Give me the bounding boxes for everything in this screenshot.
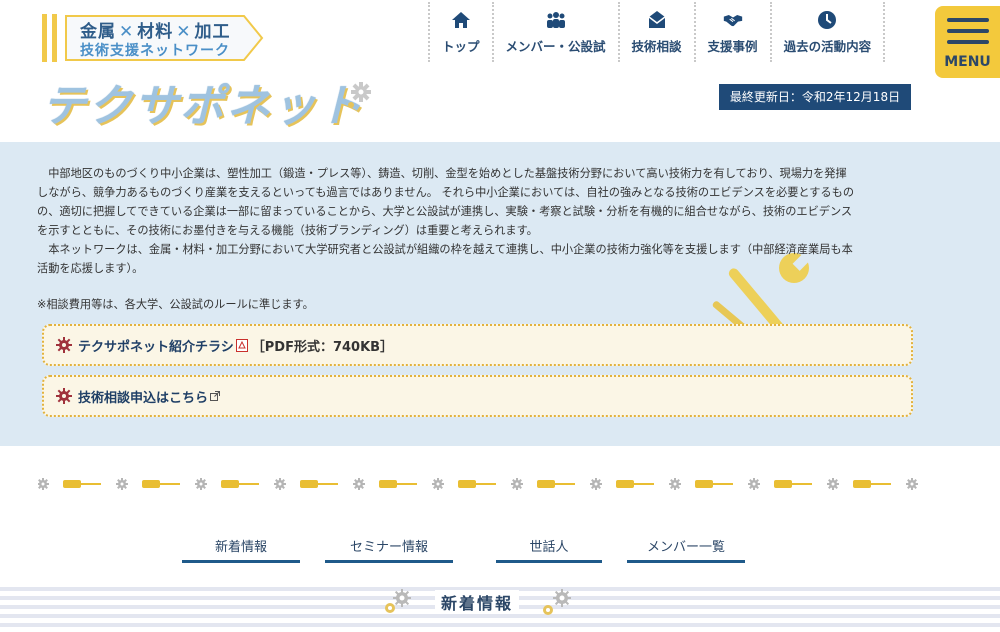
hamburger-icon-bar	[947, 40, 989, 44]
hamburger-icon-bar	[947, 18, 989, 22]
gear-icon	[56, 388, 72, 404]
gear-icon	[353, 478, 365, 490]
intro-paragraph-2: 本ネットワークは、金属・材料・加工分野において大学研究者と公設試が組織の枠を越え…	[37, 243, 853, 275]
gear-icon	[432, 478, 444, 490]
screwdriver-icon	[142, 480, 180, 488]
handshake-icon	[723, 14, 742, 26]
home-icon	[451, 11, 470, 28]
logo-line2: 技術支援ネットワーク	[80, 43, 230, 59]
screwdriver-icon	[221, 480, 259, 488]
screwdriver-icon	[853, 480, 891, 488]
section-title: 新着情報	[435, 590, 520, 614]
gear-icon	[38, 478, 49, 490]
screwdriver-icon	[63, 480, 101, 488]
screwdriver-icon	[537, 480, 575, 488]
brand-title[interactable]: テクサポネット	[42, 70, 364, 134]
screwdriver-icon	[695, 480, 733, 488]
gear-icon	[195, 478, 207, 490]
gear-icon	[56, 337, 72, 353]
pdf-icon	[235, 338, 248, 352]
gear-icon	[590, 478, 602, 490]
gear-icon	[348, 82, 371, 108]
consult-icon	[648, 10, 665, 28]
gear-icon	[274, 478, 286, 490]
screwdriver-icon	[300, 480, 338, 488]
menu-button[interactable]: MENU	[935, 6, 1000, 78]
tools-cross-icon: ✕	[119, 22, 135, 42]
gear-icon	[385, 603, 395, 613]
tab-organizers[interactable]: 世話人	[496, 539, 602, 563]
tab-news[interactable]: 新着情報	[182, 539, 300, 563]
gear-icon	[511, 478, 523, 490]
logo-stripes	[40, 14, 60, 62]
clock-icon	[818, 10, 837, 29]
nav-cases[interactable]: 支援事例	[693, 2, 770, 62]
fee-note: ※相談費用等は、各大学、公設試のルールに準じます。	[37, 298, 314, 311]
intro-paragraph-1: 中部地区のものづくり中小企業は、塑性加工（鍛造・プレス等）、鋳造、切削、金型を始…	[37, 167, 855, 237]
menu-label: MENU	[944, 54, 991, 70]
gear-icon	[748, 478, 760, 490]
last-updated-badge: 最終更新日：令和2年12月18日	[719, 84, 911, 110]
network-logo[interactable]: 金属 ✕ 材料 ✕ 加工 技術支援ネットワーク	[40, 14, 265, 62]
nav-members[interactable]: メンバー・公設試	[491, 2, 618, 62]
apply-link-box[interactable]: 技術相談申込はこちら	[42, 375, 913, 417]
intro-section: 中部地区のものづくり中小企業は、塑性加工（鍛造・プレス等）、鋳造、切削、金型を始…	[0, 142, 1000, 446]
gear-icon	[543, 605, 553, 615]
logo-line1: 金属 ✕ 材料 ✕ 加工	[80, 22, 231, 42]
nav-top[interactable]: トップ	[428, 2, 492, 62]
screwdriver-icon	[774, 480, 812, 488]
tab-seminar[interactable]: セミナー情報	[325, 539, 453, 563]
nav-history[interactable]: 過去の活動内容	[769, 2, 886, 62]
news-section-header: 新着情報	[0, 582, 1000, 632]
flyer-link-box[interactable]: テクサポネット紹介チラシ ［PDF形式：740KB］	[42, 324, 913, 366]
screwdriver-icon	[616, 480, 654, 488]
gear-icon	[827, 478, 839, 490]
hamburger-icon-bar	[947, 29, 989, 33]
gear-icon	[906, 478, 918, 490]
intro-text: 中部地区のものづくり中小企業は、塑性加工（鍛造・プレス等）、鋳造、切削、金型を始…	[37, 164, 917, 278]
gear-icon	[669, 478, 681, 490]
screwdriver-icon	[458, 480, 496, 488]
gear-icon	[116, 478, 128, 490]
members-icon	[546, 11, 565, 28]
flyer-link[interactable]: テクサポネット紹介チラシ	[78, 336, 234, 355]
external-link-icon	[210, 391, 221, 401]
tools-cross-icon: ✕	[176, 22, 192, 42]
tab-member-list[interactable]: メンバー一覧	[627, 539, 745, 563]
apply-link[interactable]: 技術相談申込はこちら	[78, 387, 208, 406]
gear-icon	[553, 589, 571, 607]
screwdriver-icon	[379, 480, 417, 488]
decorative-tools-row	[38, 478, 918, 490]
flyer-file-info: ［PDF形式：740KB］	[251, 339, 394, 355]
site-header: 金属 ✕ 材料 ✕ 加工 技術支援ネットワーク テクサポネット トップ メンバー・公設試…	[0, 0, 1000, 142]
nav-consult[interactable]: 技術相談	[617, 2, 694, 62]
global-nav: トップ メンバー・公設試 技術相談 支援事例 過去の活動内容	[428, 2, 886, 62]
